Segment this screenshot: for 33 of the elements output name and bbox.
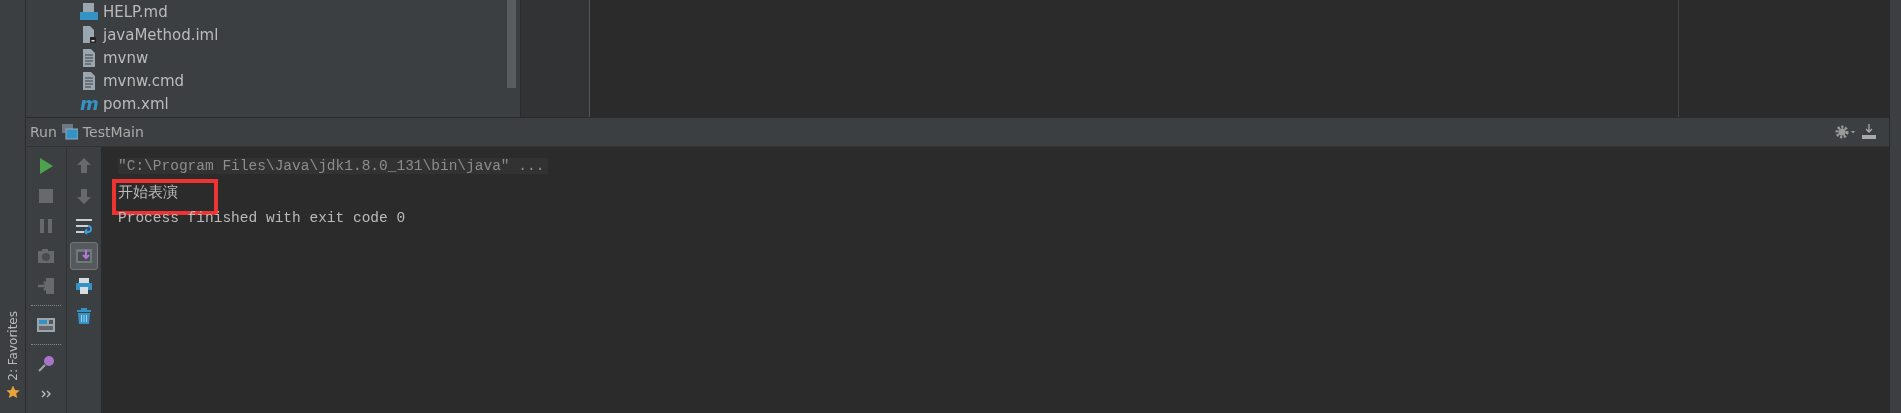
pause-icon [37,217,55,235]
window-icon [61,124,78,140]
scroll-down-icon [75,247,93,265]
text-file-icon [80,48,98,67]
exit-icon [37,277,55,295]
stop-icon [37,187,55,205]
print-icon [75,277,93,295]
module-file-icon [80,25,98,44]
console-output: 开始表演 [118,183,179,202]
up-arrow-icon [75,157,93,175]
down-arrow-icon [75,187,93,205]
camera-icon [37,247,55,265]
text-file-icon [80,71,98,90]
pin-icon [37,355,55,373]
tree-item[interactable]: mvnw [80,46,507,69]
tree-item[interactable]: HELP.md [80,0,507,23]
console-output: Process finished with exit code 0 [118,210,407,226]
tree-item[interactable]: mvnw.cmd [80,69,507,92]
settings-icon[interactable] [1834,124,1856,140]
tree-item[interactable]: javaMethod.iml [80,23,507,46]
favorites-tab[interactable]: 2: Favorites [5,311,20,381]
tree-item[interactable]: m pom.xml [80,92,507,115]
run-panel-title: Run [30,124,57,140]
play-icon [37,157,55,175]
hide-panel-icon[interactable] [1861,124,1877,140]
trash-icon [75,307,93,325]
wrap-lines-icon [75,217,93,235]
run-config-tab[interactable]: TestMain [82,124,144,140]
markdown-file-icon [80,2,98,21]
scrollbar[interactable] [507,0,516,88]
layout-icon [37,316,55,334]
star-icon [5,385,20,399]
maven-icon: m [80,94,98,113]
